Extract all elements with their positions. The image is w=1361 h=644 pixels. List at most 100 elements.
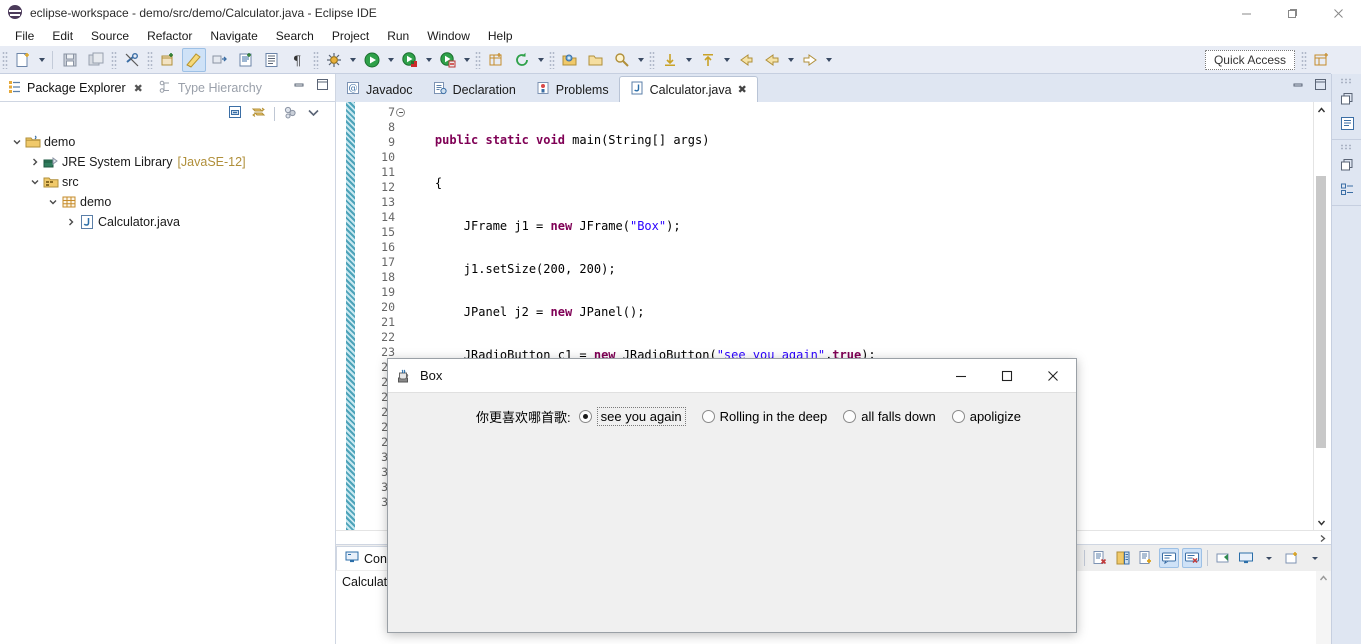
quick-access-input[interactable]: Quick Access [1204, 49, 1295, 70]
new-wizard-icon[interactable] [11, 48, 35, 72]
close-icon[interactable]: ✖ [738, 83, 747, 96]
scroll-up-icon[interactable] [1314, 102, 1329, 118]
scroll-up-icon[interactable] [1316, 571, 1331, 586]
remove-all-terminated-icon[interactable] [1113, 548, 1133, 568]
collapse-all-icon[interactable] [228, 105, 243, 123]
radio-rolling-in-the-deep[interactable]: Rolling in the deep [701, 409, 827, 424]
outline-view-icon[interactable] [1332, 111, 1361, 135]
tab-declaration[interactable]: Declaration [423, 77, 526, 102]
back-history-icon[interactable] [734, 48, 758, 72]
chevron-down-icon[interactable] [28, 177, 42, 187]
tab-type-hierarchy[interactable]: Type Hierarchy [151, 75, 270, 101]
menu-help[interactable]: Help [479, 27, 522, 45]
fold-collapse-icon[interactable] [396, 108, 405, 117]
toolbar-grip[interactable] [549, 50, 555, 69]
tree-item-demo-project[interactable]: demo [8, 132, 335, 152]
scroll-down-icon[interactable] [1314, 514, 1329, 530]
word-wrap-icon[interactable] [1182, 548, 1202, 568]
box-dialog[interactable]: Box 你更喜欢哪首歌: see you again Rolling in th… [387, 358, 1077, 633]
back-dropdown-arrow[interactable] [785, 48, 797, 72]
console-vertical-scrollbar[interactable] [1316, 571, 1331, 644]
toggle-mark-occurrences-icon[interactable] [182, 47, 206, 72]
chevron-down-icon[interactable] [46, 197, 60, 207]
scrollbar-thumb[interactable] [1316, 176, 1326, 448]
run-icon[interactable] [360, 48, 384, 72]
scroll-right-icon[interactable] [1315, 531, 1329, 545]
menu-run[interactable]: Run [378, 27, 418, 45]
link-icon[interactable] [120, 48, 144, 72]
chevron-right-icon[interactable] [28, 157, 42, 167]
menu-source[interactable]: Source [82, 27, 138, 45]
forward-dropdown-arrow[interactable] [823, 48, 835, 72]
radio-see-you-again[interactable]: see you again [578, 407, 686, 426]
save-all-icon[interactable] [84, 48, 108, 72]
debug-dropdown-arrow[interactable] [347, 48, 359, 72]
save-icon[interactable] [58, 48, 82, 72]
radio-apoligize[interactable]: apoligize [951, 409, 1021, 424]
external-tools-icon[interactable] [208, 48, 232, 72]
menu-window[interactable]: Window [418, 27, 479, 45]
run-last-tool-icon[interactable] [436, 48, 460, 72]
new-wizard-dropdown-arrow[interactable] [36, 48, 48, 72]
new-java-project-icon[interactable] [484, 48, 508, 72]
new-annotation-icon[interactable] [234, 48, 258, 72]
open-editor-icon[interactable] [260, 48, 284, 72]
display-selected-dropdown-arrow[interactable] [1259, 548, 1279, 568]
open-type-icon[interactable] [558, 48, 582, 72]
forward-icon[interactable] [798, 48, 822, 72]
minimize-editor-icon[interactable] [1292, 78, 1305, 94]
rail-grip[interactable] [1340, 144, 1353, 150]
open-task-icon[interactable] [584, 48, 608, 72]
dialog-close-button[interactable] [1030, 359, 1076, 393]
close-icon[interactable]: ✖ [134, 82, 143, 95]
refresh-icon[interactable] [510, 48, 534, 72]
tab-javadoc[interactable]: @ Javadoc [336, 77, 423, 102]
dialog-minimize-button[interactable] [938, 359, 984, 393]
editor-vertical-scrollbar[interactable] [1313, 102, 1328, 530]
chevron-right-icon[interactable] [64, 217, 78, 227]
tab-problems[interactable]: Problems [526, 77, 619, 102]
maximize-panel-icon[interactable] [316, 78, 329, 94]
previous-annotation-icon[interactable] [696, 48, 720, 72]
next-annotation-icon[interactable] [658, 48, 682, 72]
focus-on-active-task-icon[interactable] [283, 105, 298, 123]
window-close-button[interactable] [1315, 0, 1361, 26]
window-maximize-button[interactable] [1269, 0, 1315, 26]
tab-package-explorer[interactable]: Package Explorer ✖ [0, 75, 151, 101]
view-menu-icon[interactable] [306, 105, 321, 123]
run-dropdown-arrow[interactable] [385, 48, 397, 72]
tree-item-src[interactable]: src [8, 172, 335, 192]
menu-navigate[interactable]: Navigate [201, 27, 266, 45]
window-minimize-button[interactable] [1223, 0, 1269, 26]
menu-file[interactable]: File [6, 27, 43, 45]
menu-project[interactable]: Project [323, 27, 378, 45]
open-console-dropdown-arrow[interactable] [1305, 548, 1325, 568]
rail-grip[interactable] [1340, 78, 1353, 84]
menu-refactor[interactable]: Refactor [138, 27, 201, 45]
tab-calculator-java[interactable]: Calculator.java ✖ [618, 76, 758, 102]
scroll-lock-icon[interactable] [1159, 548, 1179, 568]
tree-item-jre-system-library[interactable]: JRE System Library [JavaSE-12] [8, 152, 335, 172]
toolbar-grip[interactable] [313, 50, 319, 69]
radio-all-falls-down[interactable]: all falls down [843, 409, 936, 424]
toolbar-grip[interactable] [475, 50, 481, 69]
search-dropdown-arrow[interactable] [635, 48, 647, 72]
previous-annotation-dropdown-arrow[interactable] [721, 48, 733, 72]
toolbar-grip[interactable] [2, 50, 8, 69]
maximize-editor-icon[interactable] [1314, 78, 1327, 94]
link-with-editor-icon[interactable] [251, 105, 266, 123]
menu-search[interactable]: Search [267, 27, 323, 45]
restore-icon[interactable] [1332, 153, 1361, 177]
pilcrow-icon[interactable]: ¶ [286, 48, 310, 72]
menu-edit[interactable]: Edit [43, 27, 82, 45]
chevron-down-icon[interactable] [10, 137, 24, 147]
refresh-dropdown-arrow[interactable] [535, 48, 547, 72]
new-java-package-icon[interactable] [156, 48, 180, 72]
clear-console-icon[interactable] [1136, 548, 1156, 568]
debug-icon[interactable] [322, 48, 346, 72]
dialog-maximize-button[interactable] [984, 359, 1030, 393]
task-list-icon[interactable] [1332, 177, 1361, 201]
toolbar-grip[interactable] [649, 50, 655, 69]
coverage-dropdown-arrow[interactable] [423, 48, 435, 72]
next-annotation-dropdown-arrow[interactable] [683, 48, 695, 72]
